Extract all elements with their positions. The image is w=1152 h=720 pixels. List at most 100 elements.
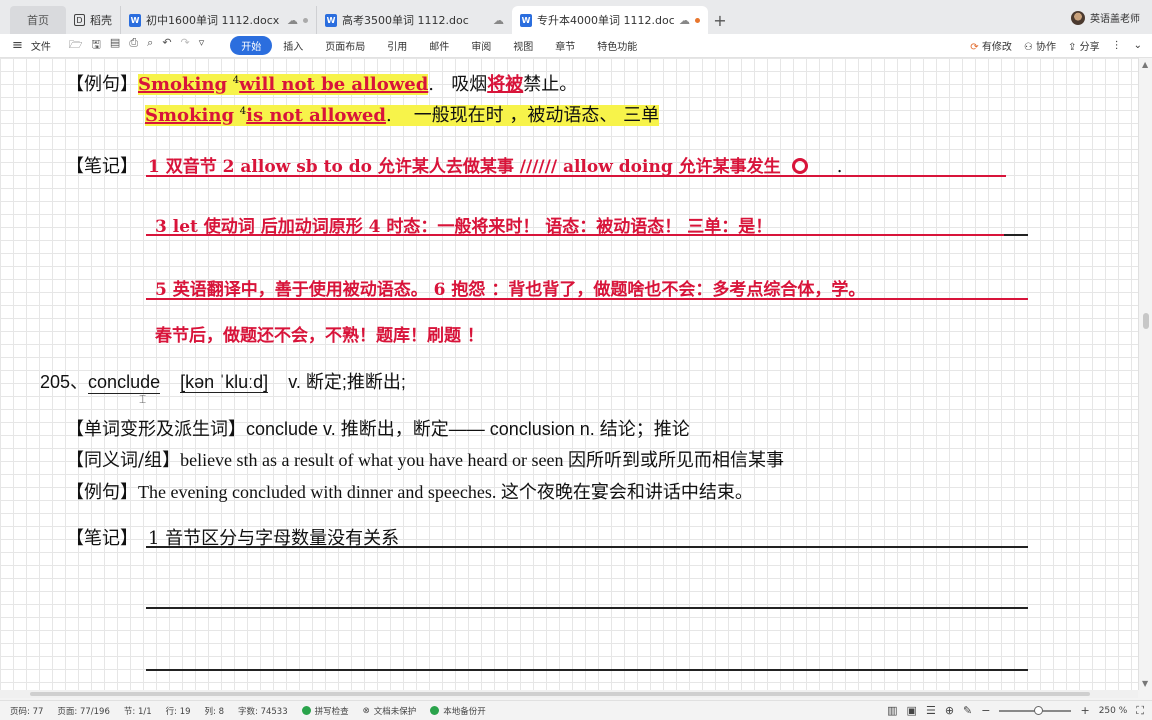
status-bar: 页码: 77 页面: 77/196 节: 1/1 行: 19 列: 8 字数: … <box>0 700 1152 720</box>
scroll-thumb[interactable] <box>1143 313 1149 329</box>
example-label: 【例句】 <box>66 74 138 95</box>
entry-phonetic: [kən ˈkluːd] <box>180 372 269 393</box>
tab-daoke[interactable]: D 稻壳 <box>66 6 120 34</box>
hamburger-menu-icon[interactable]: ≡ <box>12 38 23 53</box>
reading-mode-icon[interactable]: ✎ <box>963 704 972 717</box>
view-controls: ▥ ▣ ☰ ⊕ ✎ − + 250 % ⛶ <box>887 704 1144 718</box>
entry-definition: v. 断定;推断出; <box>288 372 406 392</box>
user-account[interactable]: 英语盖老师 <box>1071 10 1140 25</box>
tab-daoke-label: 稻壳 <box>90 14 112 27</box>
more-icon[interactable]: ⋮ <box>1112 40 1122 51</box>
has-changes-label: 有修改 <box>981 42 1012 53</box>
modified-dot <box>695 17 700 23</box>
menu-sections[interactable]: 章节 <box>544 36 586 55</box>
example-cn: 一般现在时 ，被动语态、 三单 <box>391 105 660 126</box>
tab-doc-1-title: 初中1600单词 1112.docx <box>146 14 280 27</box>
horizontal-scrollbar[interactable] <box>0 690 1138 698</box>
vertical-scrollbar[interactable]: ▲ ▼ <box>1138 58 1152 690</box>
status-word-count[interactable]: 字数: 74533 <box>238 705 288 717</box>
menu-page-layout[interactable]: 页面布局 <box>314 36 376 55</box>
outline-view-icon[interactable]: ☰ <box>926 704 936 717</box>
menu-mail[interactable]: 邮件 <box>418 36 460 55</box>
example-cn-c: 禁止。 <box>523 74 578 95</box>
tab-doc-3[interactable]: W 专升本4000单词 1112.docx ☁ <box>512 6 708 34</box>
example-line-3: 【例句】The evening concluded with dinner an… <box>66 478 753 504</box>
local-backup-button[interactable]: 本地备份开 <box>430 705 486 717</box>
menu-start[interactable]: 开始 <box>230 36 273 55</box>
menu-insert[interactable]: 插入 <box>272 36 314 55</box>
example-period: . <box>385 105 392 126</box>
note-tail: . <box>836 156 843 177</box>
save-icon[interactable]: 🖫 <box>92 36 101 55</box>
zoom-level[interactable]: 250 % <box>1099 706 1128 716</box>
synonym-label: 【同义词/组】 <box>66 450 181 471</box>
status-page-number: 页码: 77 <box>10 706 44 717</box>
collaborate-button[interactable]: ⚇ 协作 <box>1024 38 1056 53</box>
scroll-down-icon[interactable]: ▼ <box>1142 679 1148 688</box>
menu-features[interactable]: 特色功能 <box>586 36 648 55</box>
new-tab-button[interactable]: + <box>708 6 732 34</box>
view-mode-icon[interactable]: ▥ <box>887 704 897 717</box>
backup-icon <box>430 706 440 715</box>
share-button[interactable]: ⇪ 分享 <box>1068 38 1100 53</box>
cloud-icon: ☁ <box>493 13 504 27</box>
note-blank-line <box>146 669 1028 671</box>
menu-view[interactable]: 视图 <box>502 36 544 55</box>
zoom-out-icon[interactable]: − <box>981 704 990 717</box>
unprotected-icon: ⊗ <box>362 705 370 716</box>
cloud-icon: ☁ <box>679 13 690 27</box>
note-line-4: 春节后，做题还不会，不熟！题库！刷题 ！ <box>155 321 484 346</box>
status-pages[interactable]: 页面: 77/196 <box>57 705 109 717</box>
scroll-up-icon[interactable]: ▲ <box>1142 60 1148 69</box>
note-label: 【笔记】 <box>66 528 138 549</box>
example-label: 【例句】 <box>66 482 138 503</box>
fit-page-icon[interactable]: ⛶ <box>1136 704 1144 718</box>
has-changes-button[interactable]: ⟳ 有修改 <box>970 38 1012 53</box>
page-view-icon[interactable]: ▣ <box>907 704 917 717</box>
hscroll-thumb[interactable] <box>30 692 1090 696</box>
undo-icon[interactable]: ↶ <box>162 36 171 55</box>
word-doc-icon: W <box>129 13 141 27</box>
open-folder-icon[interactable]: 🗁 <box>69 36 83 55</box>
derivative-label: 【单词变形及派生词】 <box>66 419 246 440</box>
tab-home[interactable]: 首页 <box>10 6 66 34</box>
file-menu[interactable]: 文件 <box>31 38 51 53</box>
print-icon[interactable]: ⎙ <box>129 36 138 55</box>
note-label: 【笔记】 <box>66 156 138 177</box>
synonym-line: 【同义词/组】believe sth as a result of what y… <box>66 446 784 472</box>
status-col: 列: 8 <box>204 706 224 717</box>
print-preview-icon[interactable]: ⌕ <box>147 36 153 55</box>
document-canvas[interactable]: 【例句】Smoking 4will not be allowed. 吸烟将被禁止… <box>0 58 1138 690</box>
example-word: Smoking <box>145 105 235 126</box>
text-cursor-icon: ⌶ <box>139 392 147 406</box>
doc-protect-button[interactable]: ⊗ 文档未保护 <box>363 705 417 717</box>
tab-doc-2-title: 高考3500单词 1112.doc <box>342 14 469 27</box>
user-name: 英语盖老师 <box>1090 14 1140 25</box>
menu-bar: ≡ 文件 🗁 🖫 ▤ ⎙ ⌕ ↶ ↷ ▿ 开始 插入 页面布局 引用 邮件 审阅… <box>0 34 1152 58</box>
note-text-1: 1 双音节 2 allow sb to do 允许某人去做某事 ////// a… <box>148 157 781 177</box>
customize-dropdown-icon[interactable]: ▿ <box>199 36 205 55</box>
zoom-slider-knob[interactable] <box>1034 705 1044 715</box>
redo-icon[interactable]: ↷ <box>181 36 190 55</box>
menu-right-tools: ⟳ 有修改 ⚇ 协作 ⇪ 分享 ⋮ ⌄ <box>970 38 1142 53</box>
menu-references[interactable]: 引用 <box>376 36 418 55</box>
entry-word[interactable]: conclude <box>88 372 161 394</box>
collapse-ribbon-icon[interactable]: ⌄ <box>1134 40 1142 51</box>
menu-review[interactable]: 审阅 <box>460 36 502 55</box>
example-line-2: Smoking 4is not allowed. 一般现在时 ，被动语态、 三单 <box>145 101 660 127</box>
word-entry-heading: 205、conclude [kən ˈkluːd] v. 断定;推断出; <box>40 368 406 394</box>
tab-doc-1[interactable]: W 初中1600单词 1112.docx ☁ <box>120 6 316 34</box>
export-pdf-icon[interactable]: ▤ <box>110 36 120 55</box>
zoom-in-icon[interactable]: + <box>1080 704 1089 717</box>
spell-check-label: 拼写检查 <box>314 706 349 717</box>
collaborate-label: 协作 <box>1036 42 1057 53</box>
example-period: . <box>428 74 435 95</box>
tab-doc-2[interactable]: W 高考3500单词 1112.doc ☁ <box>316 6 512 34</box>
example-word: Smoking <box>138 74 228 95</box>
collaborate-icon: ⚇ <box>1023 42 1033 53</box>
zoom-slider[interactable] <box>999 705 1072 715</box>
web-view-icon[interactable]: ⊕ <box>945 704 954 717</box>
spell-check-button[interactable]: 拼写检查 <box>301 705 349 717</box>
status-section: 节: 1/1 <box>123 706 152 717</box>
ribbon-menus: 开始 插入 页面布局 引用 邮件 审阅 视图 章节 特色功能 <box>230 36 648 55</box>
